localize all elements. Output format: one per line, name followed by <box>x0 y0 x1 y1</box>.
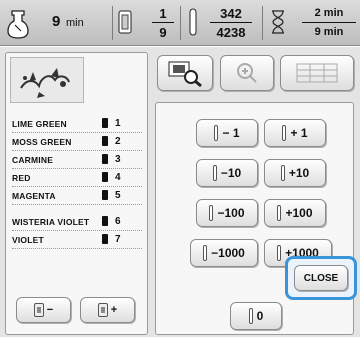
embroidery-frame-check-button[interactable] <box>157 55 213 91</box>
separator <box>262 6 263 40</box>
adjust-label: 0 <box>256 309 264 323</box>
adjust-label: −1000 <box>211 246 245 260</box>
needle-icon <box>189 8 197 36</box>
needle-icon <box>203 245 208 261</box>
close-button[interactable]: CLOSE <box>294 265 348 291</box>
zoom-in-icon <box>237 63 257 83</box>
needle-icon <box>280 165 285 181</box>
reset-zero-button[interactable]: 0 <box>230 302 282 330</box>
spool-icon <box>102 118 108 128</box>
previous-color-button[interactable]: − <box>16 297 71 323</box>
time-fraction: 2 min 9 min <box>302 6 356 40</box>
plus-label: + <box>110 304 118 316</box>
adjust-label: +100 <box>285 206 313 220</box>
grid-icon <box>296 63 338 83</box>
time-value: 9 <box>52 13 61 30</box>
plus-100-button[interactable]: +100 <box>264 199 326 227</box>
time-elapsed: 2 min <box>314 7 344 19</box>
plus-1-button[interactable]: + 1 <box>264 119 326 147</box>
color-name: MAGENTA <box>12 191 56 201</box>
list-item[interactable]: MOSS GREEN 2 <box>12 133 142 151</box>
color-number: 1 <box>115 118 121 129</box>
color-name: LIME GREEN <box>12 119 67 129</box>
list-item[interactable]: LIME GREEN 1 <box>12 115 142 133</box>
color-panel: LIME GREEN 1 MOSS GREEN 2 CARMINE 3 RED … <box>5 52 148 335</box>
needle-icon <box>212 165 217 181</box>
grid-button[interactable] <box>280 55 354 91</box>
spool-icon <box>102 234 108 244</box>
color-name: VIOLET <box>12 235 44 245</box>
spool-icon <box>102 172 108 182</box>
list-item[interactable]: MAGENTA 5 <box>12 187 142 205</box>
zoom-button[interactable] <box>220 55 274 91</box>
color-name: MOSS GREEN <box>12 137 72 147</box>
list-item[interactable]: WISTERIA VIOLET 6 <box>12 205 142 231</box>
needle-icon <box>277 205 282 221</box>
stitch-count: 342 4238 <box>184 0 258 46</box>
list-item[interactable]: CARMINE 3 <box>12 151 142 169</box>
time-remaining: 9 min <box>6 0 111 46</box>
adjust-label: −10 <box>220 166 242 180</box>
needle-icon <box>282 125 287 141</box>
color-number: 2 <box>115 136 121 147</box>
color-name: CARMINE <box>12 155 54 165</box>
color-number: 5 <box>115 190 121 201</box>
separator <box>112 6 113 40</box>
hourglass-icon <box>272 10 284 34</box>
spool-icon <box>102 190 108 200</box>
minus-label: − <box>46 304 54 316</box>
time-total: 9 min <box>314 26 344 38</box>
color-name: WISTERIA VIOLET <box>12 217 90 227</box>
minus-1-button[interactable]: − 1 <box>196 119 258 147</box>
stitch-current: 342 <box>220 6 242 21</box>
frame-magnifier-icon <box>168 61 202 87</box>
next-color-button[interactable]: + <box>80 297 135 323</box>
separator <box>180 6 181 40</box>
minus-1000-button[interactable]: −1000 <box>190 239 258 267</box>
close-highlight: CLOSE <box>285 256 357 300</box>
embroidery-pattern-image <box>20 68 70 98</box>
color-fraction: 1 9 <box>152 6 174 40</box>
color-number: 6 <box>115 216 121 227</box>
stitch-adjust-panel: − 1 + 1 −10 +10 −100 +100 −1000 +1000 0 <box>155 102 354 335</box>
color-count: 1 9 <box>116 0 176 46</box>
spool-icon <box>33 303 44 317</box>
needle-icon <box>277 245 282 261</box>
minus-100-button[interactable]: −100 <box>196 199 258 227</box>
adjust-label: +10 <box>288 166 310 180</box>
stitch-fraction: 342 4238 <box>210 6 252 40</box>
color-name: RED <box>12 173 31 183</box>
adjust-label: − 1 <box>222 126 240 140</box>
color-current: 1 <box>159 6 167 21</box>
spool-icon <box>102 216 108 226</box>
time-unit: min <box>66 17 84 29</box>
spool-icon <box>102 136 108 146</box>
list-item[interactable]: RED 4 <box>12 169 142 187</box>
thread-color-list: LIME GREEN 1 MOSS GREEN 2 CARMINE 3 RED … <box>12 115 142 249</box>
hourglass-time: 2 min 9 min <box>266 0 358 46</box>
spool-icon <box>97 303 108 317</box>
hand-timer-icon <box>7 10 29 39</box>
minus-10-button[interactable]: −10 <box>196 159 258 187</box>
stitch-total: 4238 <box>216 25 246 40</box>
spool-icon <box>118 10 132 34</box>
color-number: 3 <box>115 154 121 165</box>
color-number: 4 <box>115 172 121 183</box>
adjust-label: −100 <box>217 206 245 220</box>
needle-icon <box>214 125 219 141</box>
needle-icon <box>248 308 253 324</box>
needle-icon <box>209 205 214 221</box>
status-bar: 9 min 1 9 342 4238 2 min 9 min <box>0 0 360 46</box>
adjust-label: + 1 <box>290 126 308 140</box>
plus-10-button[interactable]: +10 <box>264 159 326 187</box>
spool-icon <box>102 154 108 164</box>
color-total: 9 <box>159 25 167 40</box>
color-number: 7 <box>115 234 121 245</box>
list-item[interactable]: VIOLET 7 <box>12 231 142 249</box>
pattern-preview <box>10 57 84 103</box>
